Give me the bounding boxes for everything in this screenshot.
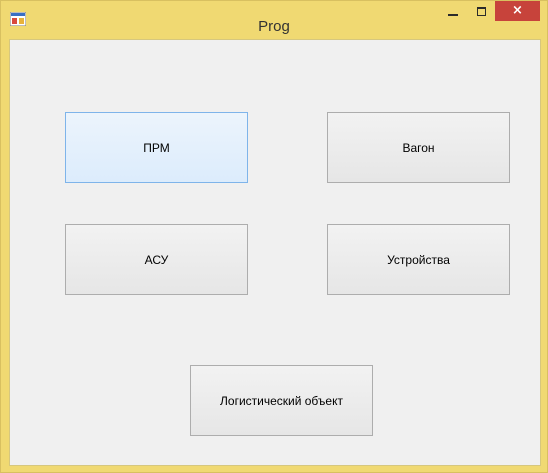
logistic-object-button[interactable]: Логистический объект [190, 365, 373, 436]
close-icon: × [512, 3, 523, 18]
app-window: Prog × ПРМ Вагон АСУ Устройства Логистич… [0, 0, 548, 473]
close-button[interactable]: × [495, 1, 540, 21]
prm-button[interactable]: ПРМ [65, 112, 248, 183]
maximize-icon [477, 7, 486, 16]
minimize-button[interactable] [441, 1, 467, 23]
devices-button-label: Устройства [387, 252, 450, 267]
wagon-button-label: Вагон [402, 140, 435, 155]
wagon-button[interactable]: Вагон [327, 112, 510, 183]
devices-button[interactable]: Устройства [327, 224, 510, 295]
asu-button[interactable]: АСУ [65, 224, 248, 295]
form-client-area: ПРМ Вагон АСУ Устройства Логистический о… [9, 39, 541, 466]
asu-button-label: АСУ [144, 252, 169, 267]
prm-button-label: ПРМ [143, 140, 170, 155]
title-bar[interactable]: Prog × [1, 1, 547, 38]
maximize-button[interactable] [468, 1, 494, 23]
minimize-icon [448, 14, 458, 16]
logistic-object-button-label: Логистический объект [220, 393, 343, 408]
